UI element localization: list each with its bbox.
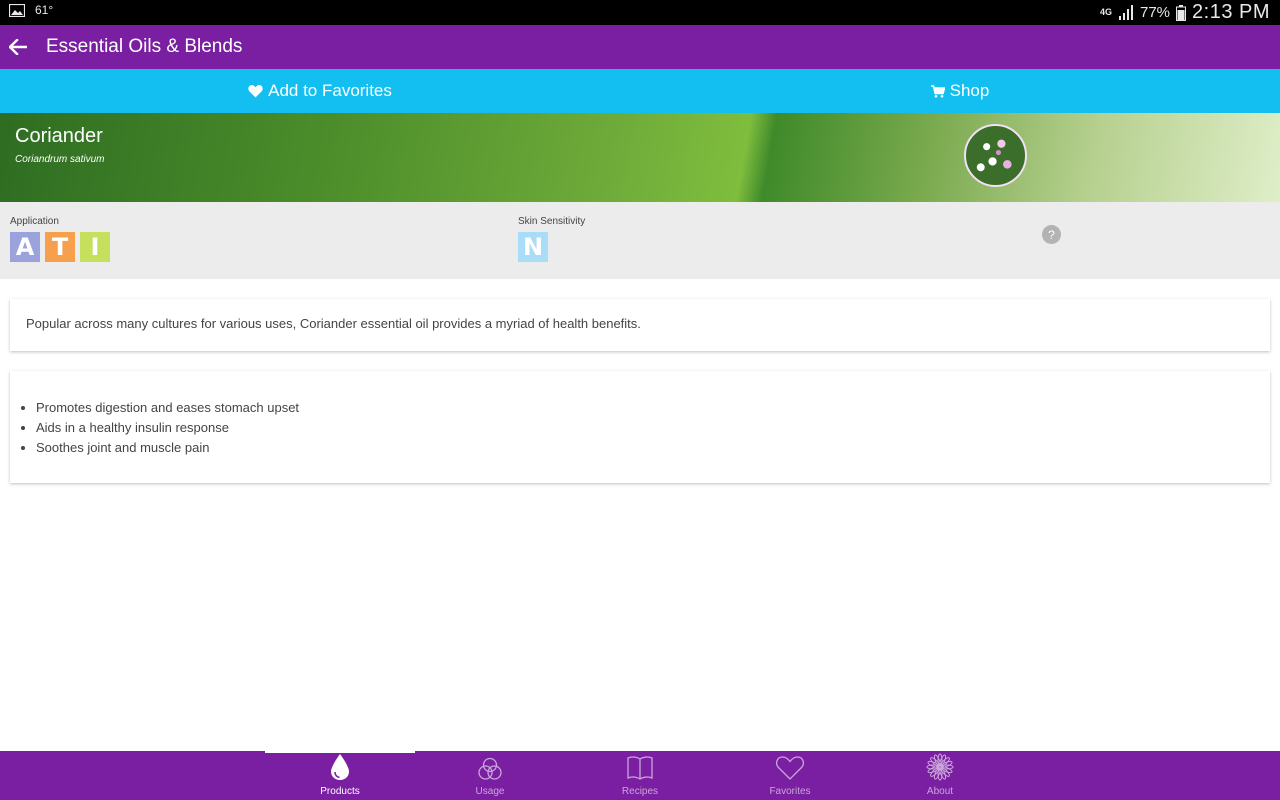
nav-item-label: Favorites xyxy=(769,786,811,797)
nav-item-recipes[interactable]: Recipes xyxy=(565,751,715,800)
gallery-notification-icon xyxy=(9,3,25,17)
skin-sensitivity-badges: N xyxy=(518,232,548,262)
add-to-favorites-label: Add to Favorites xyxy=(268,81,392,100)
nav-item-label: Products xyxy=(320,786,360,797)
nav-item-label: Usage xyxy=(475,786,505,797)
benefits-card: Promotes digestion and eases stomach ups… xyxy=(10,371,1270,483)
bottom-nav-items: Products Usage Recipes Favorites About xyxy=(265,751,1015,800)
back-button[interactable] xyxy=(0,25,36,69)
application-badge-t: T xyxy=(45,232,75,262)
benefits-list: Promotes digestion and eases stomach ups… xyxy=(36,398,1254,458)
network-type-text: 4G xyxy=(1099,7,1112,17)
benefit-item: Promotes digestion and eases stomach ups… xyxy=(36,398,1254,418)
status-bar: 61° 4G 77% 2:13 PM xyxy=(0,0,1280,25)
benefit-item: Soothes joint and muscle pain xyxy=(36,438,1254,458)
skin-sensitivity-label: Skin Sensitivity xyxy=(518,216,586,227)
application-label: Application xyxy=(10,216,59,227)
battery-icon xyxy=(1176,4,1187,21)
product-latin-name: Coriandrum sativum xyxy=(15,154,105,165)
heart-icon xyxy=(775,755,805,786)
heart-icon xyxy=(248,85,263,98)
temperature-text: 61° xyxy=(35,3,54,17)
application-badge-i: I xyxy=(80,232,110,262)
benefit-item: Aids in a healthy insulin response xyxy=(36,418,1254,438)
back-arrow-icon xyxy=(9,39,27,55)
action-bar: Add to Favorites Shop xyxy=(0,69,1280,113)
nav-item-favorites[interactable]: Favorites xyxy=(715,751,865,800)
shop-label: Shop xyxy=(949,81,990,100)
application-badge-a: A xyxy=(10,232,40,262)
product-header: Coriander Coriandrum sativum xyxy=(0,113,1280,202)
app-bar: Essential Oils & Blends xyxy=(0,25,1280,69)
book-icon xyxy=(626,755,654,786)
shop-button[interactable]: Shop xyxy=(640,69,1280,113)
status-left: 61° xyxy=(9,3,53,17)
product-name: Coriander xyxy=(15,125,103,147)
help-button[interactable]: ? xyxy=(1042,225,1061,244)
description-card: Popular across many cultures for various… xyxy=(10,299,1270,351)
signal-icon xyxy=(1118,5,1133,20)
nav-item-products[interactable]: Products xyxy=(265,751,415,800)
status-right: 4G 77% 2:13 PM xyxy=(1100,0,1270,25)
cart-icon xyxy=(930,84,945,98)
bottom-navigation: Products Usage Recipes Favorites About xyxy=(0,751,1280,800)
clock-text: 2:13 PM xyxy=(1192,1,1270,23)
product-thumbnail-image xyxy=(964,124,1027,187)
circles-icon xyxy=(477,757,503,786)
drop-icon xyxy=(329,753,351,786)
add-to-favorites-button[interactable]: Add to Favorites xyxy=(0,69,640,113)
application-badges: ATI xyxy=(10,232,110,262)
skin-sensitivity-badge-n: N xyxy=(518,232,548,262)
flower-icon xyxy=(925,753,955,786)
product-info-strip: Application ATI Skin Sensitivity N ? xyxy=(0,202,1280,279)
nav-item-label: Recipes xyxy=(621,786,659,797)
description-text: Popular across many cultures for various… xyxy=(26,316,641,331)
battery-percent-text: 77% xyxy=(1139,4,1171,21)
nav-item-about[interactable]: About xyxy=(865,751,1015,800)
nav-item-usage[interactable]: Usage xyxy=(415,751,565,800)
page-title: Essential Oils & Blends xyxy=(46,36,243,57)
nav-item-label: About xyxy=(926,786,954,797)
